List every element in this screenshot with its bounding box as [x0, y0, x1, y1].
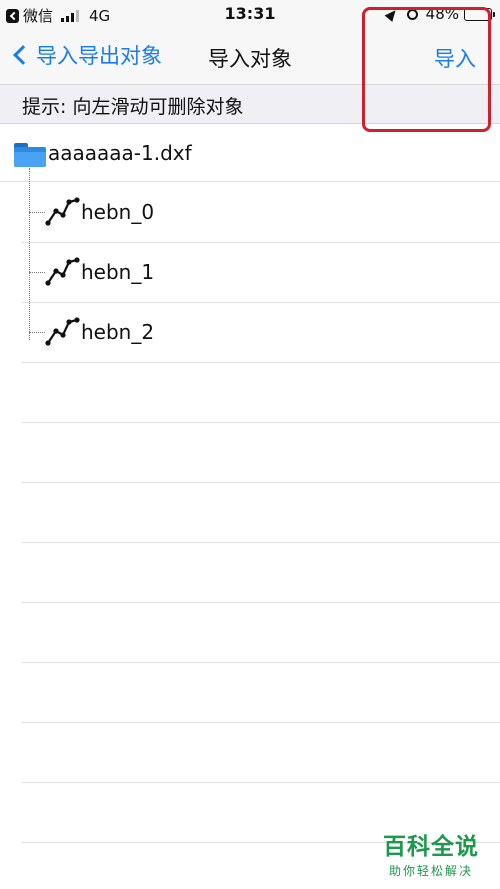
- tree-connector: [29, 212, 45, 213]
- list-item-layer[interactable]: hebn_0: [22, 183, 500, 243]
- nav-bar: 导入导出对象 导入对象 导入: [0, 30, 500, 84]
- battery-percent: 48%: [425, 5, 459, 23]
- empty-row: [22, 543, 500, 603]
- empty-row: [22, 723, 500, 783]
- object-tree: aaaaaaa-1.dxf hebn_0 hebn_1 hebn_2: [0, 124, 500, 889]
- polyline-icon: [45, 257, 80, 286]
- watermark-logo: 百科全说 助你轻松解决: [376, 827, 486, 879]
- folder-icon: [14, 143, 46, 167]
- empty-row: [22, 363, 500, 423]
- empty-row: [22, 483, 500, 543]
- watermark-title: 百科全说: [383, 834, 479, 860]
- list-item-layer[interactable]: hebn_1: [22, 243, 500, 303]
- import-button[interactable]: 导入: [434, 43, 476, 73]
- empty-row: [22, 663, 500, 723]
- alarm-icon: [406, 8, 418, 20]
- tree-connector: [29, 332, 45, 333]
- list-item-layer[interactable]: hebn_2: [22, 303, 500, 363]
- file-name: aaaaaaa-1.dxf: [48, 141, 192, 165]
- back-button-label: 导入导出对象: [36, 44, 162, 68]
- status-right: 48%: [384, 5, 495, 23]
- file-row[interactable]: aaaaaaa-1.dxf: [0, 124, 500, 182]
- empty-row: [22, 603, 500, 663]
- watermark-subtitle: 助你轻松解决: [388, 864, 473, 878]
- layer-name: hebn_0: [81, 200, 155, 224]
- hint-text: 提示: 向左滑动可删除对象: [22, 96, 244, 118]
- tree-connector: [29, 272, 45, 273]
- chevron-left-icon: [13, 45, 33, 65]
- back-button[interactable]: 导入导出对象: [10, 40, 162, 70]
- empty-row: [22, 423, 500, 483]
- polyline-icon: [45, 317, 80, 346]
- battery-icon: [464, 7, 495, 21]
- polyline-icon: [45, 197, 80, 226]
- location-icon: [384, 6, 400, 22]
- layer-name: hebn_2: [81, 320, 155, 344]
- layer-name: hebn_1: [81, 260, 155, 284]
- hint-bar: 提示: 向左滑动可删除对象: [0, 84, 500, 124]
- status-bar: 微信 4G 13:31 48%: [0, 0, 500, 30]
